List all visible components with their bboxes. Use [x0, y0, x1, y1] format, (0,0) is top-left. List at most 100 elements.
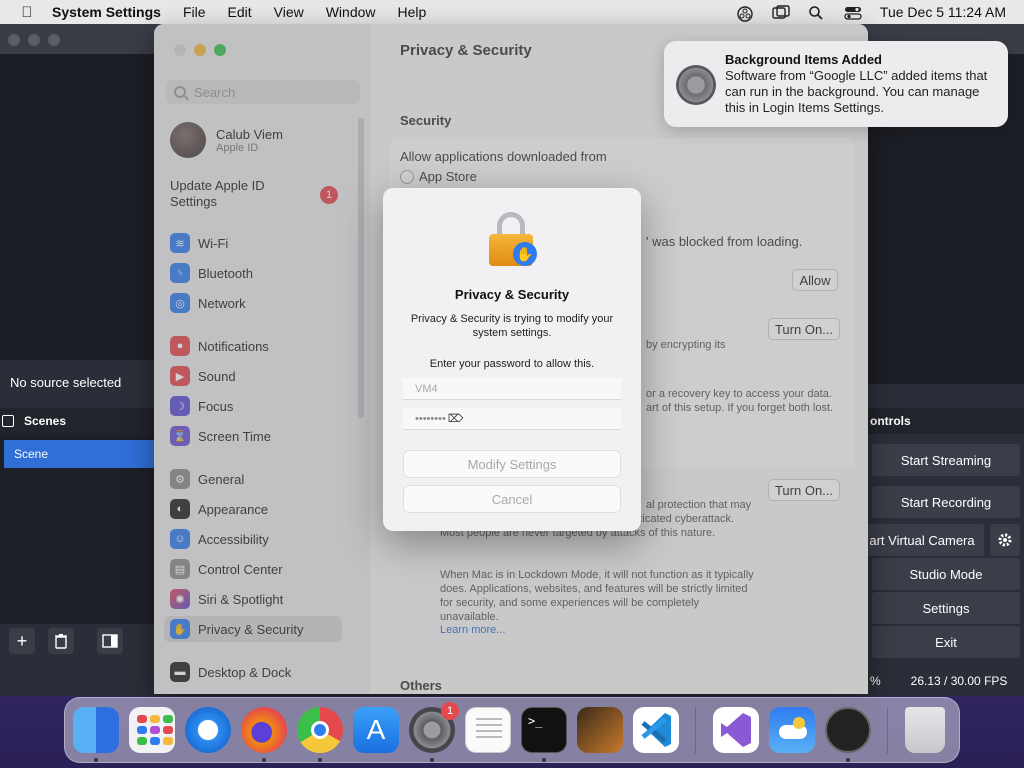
spotlight-search-icon[interactable] [808, 5, 826, 20]
user-name: Calub Viem [216, 126, 283, 142]
zoom-button[interactable] [214, 44, 226, 56]
remove-scene-button[interactable] [48, 628, 74, 654]
sidebar-item-wifi[interactable]: ≋ Wi-Fi [164, 230, 360, 256]
app-store-radio[interactable] [400, 170, 414, 184]
sidebar-item-label: Notifications [198, 338, 269, 354]
dialog-message: Privacy & Security is trying to modify y… [410, 313, 614, 339]
terminal-icon[interactable]: >_ [521, 707, 567, 753]
accessibility-icon: ☺ [170, 529, 190, 549]
allow-button[interactable]: Allow [792, 269, 838, 291]
sidebar-item-label: Desktop & Dock [198, 664, 292, 680]
add-scene-button[interactable]: + [9, 628, 35, 654]
sidebar-item-label: Network [198, 295, 246, 311]
cancel-button[interactable]: Cancel [403, 485, 621, 513]
sidebar-item-appearance[interactable]: ◐ Appearance [164, 496, 360, 522]
trash-icon [55, 634, 67, 649]
exit-button[interactable]: Exit [872, 626, 1020, 658]
obs-icon[interactable] [825, 707, 871, 753]
app-store-icon[interactable]: A [353, 707, 399, 753]
safari-icon[interactable] [185, 707, 231, 753]
sidebar-item-siri-spotlight[interactable]: ✺ Siri & Spotlight [164, 586, 360, 612]
obs-status-icon[interactable] [736, 5, 754, 22]
chrome-icon[interactable] [297, 707, 343, 753]
update-apple-id-item[interactable]: Update Apple ID Settings [170, 178, 290, 210]
obs-close-button[interactable] [8, 34, 20, 46]
sidebar-item-label: Screen Time [198, 428, 271, 444]
sidebar-item-label: Appearance [198, 501, 269, 517]
sidebar-item-sound[interactable]: ▶ Sound [164, 363, 360, 389]
scene-list-item[interactable]: Scene [4, 440, 158, 468]
security-section-title: Security [400, 113, 452, 128]
background-items-notification[interactable]: Background Items Added Software from “Go… [664, 41, 1008, 127]
sidebar-item-label: Sound [198, 368, 236, 384]
textedit-icon[interactable] [465, 707, 511, 753]
dock: A 1 >_ [64, 697, 960, 763]
finder-icon[interactable] [73, 707, 119, 753]
minimize-button[interactable] [194, 44, 206, 56]
username-field[interactable]: VM4 [403, 378, 621, 400]
siri-icon: ✺ [170, 589, 190, 609]
launchpad-icon[interactable] [129, 707, 175, 753]
learn-more-link[interactable]: Learn more... [440, 624, 505, 636]
sidebar-item-label: General [198, 471, 245, 487]
scene-toolbar: + [0, 628, 160, 658]
menu-window[interactable]: Window [326, 4, 376, 20]
sidebar-item-control-center[interactable]: ▤ Control Center [164, 556, 360, 582]
menu-help[interactable]: Help [398, 4, 427, 20]
sidebar-item-bluetooth[interactable]: ᛃ Bluetooth [164, 260, 360, 286]
sidebar-item-network[interactable]: ◎ Network [164, 290, 360, 316]
menu-clock[interactable]: Tue Dec 5 11:24 AM [880, 4, 1006, 20]
sidebar-item-focus[interactable]: ☽ Focus [164, 393, 360, 419]
obs-settings-button[interactable]: Settings [872, 592, 1020, 624]
studio-mode-button[interactable]: Studio Mode [872, 558, 1020, 590]
dock-icon: ▬ [170, 662, 190, 682]
avatar [170, 122, 206, 158]
speaker-icon: ▶ [170, 366, 190, 386]
menu-edit[interactable]: Edit [228, 4, 252, 20]
obs-minimize-button[interactable] [28, 34, 40, 46]
page-title: Privacy & Security [400, 42, 532, 59]
sidebar-item-desktop-dock[interactable]: ▬ Desktop & Dock [164, 659, 360, 685]
running-indicator [94, 758, 98, 762]
vscode-icon[interactable] [633, 707, 679, 753]
control-center-icon[interactable] [844, 5, 862, 20]
menu-app-name[interactable]: System Settings [52, 4, 161, 20]
search-field[interactable]: Search [166, 80, 360, 104]
scenes-header-label: Scenes [24, 414, 67, 428]
scenes-header: Scenes [0, 408, 160, 434]
virtual-camera-settings-button[interactable] [990, 524, 1020, 556]
sidebar-item-notifications[interactable]: ● Notifications [164, 333, 360, 359]
start-recording-button[interactable]: Start Recording [872, 486, 1020, 518]
firefox-icon[interactable] [241, 707, 287, 753]
gear-icon: ⚙ [170, 469, 190, 489]
dialog-title: Privacy & Security [454, 287, 570, 302]
sidebar-item-accessibility[interactable]: ☺ Accessibility [164, 526, 360, 552]
text-cursor-icon: ⌦ [447, 413, 464, 425]
weather-icon[interactable] [769, 707, 815, 753]
screen-mirroring-icon[interactable] [772, 5, 790, 19]
sidebar-item-privacy-security[interactable]: ✋ Privacy & Security [164, 616, 342, 642]
user-subtitle: Apple ID [216, 141, 259, 154]
trash-icon[interactable] [905, 707, 945, 753]
sidebar-item-label: Bluetooth [198, 265, 253, 281]
settings-gear-icon [676, 65, 716, 105]
sidebar-scrollbar[interactable] [358, 118, 364, 418]
obs-zoom-button[interactable] [48, 34, 60, 46]
menu-view[interactable]: View [274, 4, 304, 20]
modify-settings-button[interactable]: Modify Settings [403, 450, 621, 478]
hand-icon: ✋ [513, 242, 537, 266]
scene-filters-button[interactable] [97, 628, 123, 654]
sidebar-item-general[interactable]: ⚙ General [164, 466, 360, 492]
visual-studio-icon[interactable] [713, 707, 759, 753]
apple-menu-icon[interactable]:  [16, 4, 38, 21]
filevault-turn-on-button[interactable]: Turn On... [768, 318, 840, 340]
password-field[interactable]: •••••••• ⌦ [403, 408, 621, 430]
close-button[interactable] [174, 44, 186, 56]
apple-id-profile[interactable]: Calub Viem Apple ID [170, 120, 360, 160]
menu-file[interactable]: File [183, 4, 206, 20]
start-streaming-button[interactable]: Start Streaming [872, 444, 1020, 476]
start-virtual-camera-button[interactable]: art Virtual Camera [860, 524, 984, 556]
sidebar-item-screen-time[interactable]: ⌛ Screen Time [164, 423, 360, 449]
password-prompt: Enter your password to allow this. [429, 358, 595, 370]
garageband-icon[interactable] [577, 707, 623, 753]
